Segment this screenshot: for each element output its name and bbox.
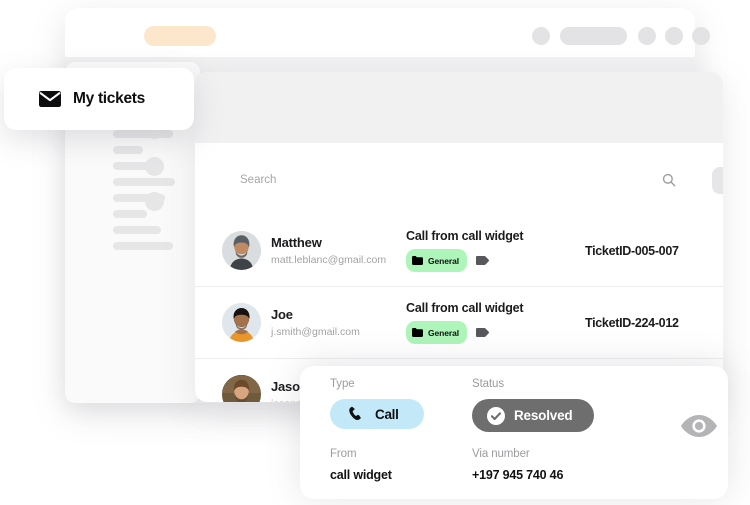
row-ticket-id: TicketID-005-007 xyxy=(585,243,679,258)
row-ticket-id: TicketID-224-012 xyxy=(585,315,679,330)
avatar xyxy=(222,375,261,402)
header-dot-placeholder-1 xyxy=(532,27,550,45)
sidebar-skeleton-bar xyxy=(113,162,159,170)
row-email: matt.leblanc@gmail.com xyxy=(271,254,387,266)
eye-icon[interactable] xyxy=(680,413,718,439)
check-circle-icon xyxy=(487,406,505,425)
ticket-list-panel: Matthew matt.leblanc@gmail.com Call from… xyxy=(195,72,723,402)
row-user: Matthew matt.leblanc@gmail.com xyxy=(271,235,386,266)
mail-icon xyxy=(39,91,61,107)
row-subject: Call from call widget General xyxy=(406,301,524,344)
ticket-detail-card: Type Status Call Resolved From call widg… xyxy=(300,366,728,499)
status-badge[interactable]: General xyxy=(406,321,467,344)
sidebar-skeleton-bar xyxy=(113,226,161,234)
sidebar-skeleton-bar xyxy=(113,242,173,250)
table-row[interactable]: Matthew matt.leblanc@gmail.com Call from… xyxy=(195,215,723,287)
row-email: j.smith@gmail.com xyxy=(271,326,360,338)
sidebar-skeleton-bar xyxy=(113,210,147,218)
sidebar-skeleton-bar xyxy=(113,146,143,154)
status-label: Status xyxy=(472,378,505,390)
avatar xyxy=(222,303,261,342)
search-input[interactable] xyxy=(224,165,486,195)
type-call-pill[interactable]: Call xyxy=(330,399,424,429)
folder-icon xyxy=(412,252,423,270)
status-badge-label: General xyxy=(428,327,459,338)
row-subject-title: Call from call widget xyxy=(406,301,524,315)
my-tickets-card[interactable]: My tickets xyxy=(4,68,194,130)
row-user: Joe j.smith@gmail.com xyxy=(271,307,360,338)
sidebar-skeleton-bar xyxy=(113,178,175,186)
search-icon[interactable] xyxy=(661,172,677,188)
header-dot-placeholder-4 xyxy=(692,27,710,45)
status-badge[interactable]: General xyxy=(406,249,467,272)
header-dot-placeholder-3 xyxy=(665,27,683,45)
from-value: call widget xyxy=(330,468,392,482)
from-label: From xyxy=(330,448,357,460)
row-tagline: General xyxy=(406,321,523,344)
table-row[interactable]: Joe j.smith@gmail.com Call from call wid… xyxy=(195,287,723,359)
sidebar-skeleton-bar xyxy=(113,130,173,138)
avatar xyxy=(222,231,261,270)
status-resolved-label: Resolved xyxy=(514,408,573,423)
sidebar-skeleton-avatar xyxy=(145,192,164,211)
phone-icon xyxy=(348,406,364,422)
row-subject: Call from call widget General xyxy=(406,229,524,272)
tag-icon[interactable] xyxy=(475,256,489,265)
ticket-list-toolbar xyxy=(195,72,723,143)
my-tickets-label: My tickets xyxy=(73,90,145,107)
row-name: Matthew xyxy=(271,235,322,250)
via-number-value: +197 945 740 46 xyxy=(472,468,564,482)
header-pill-placeholder xyxy=(560,27,627,45)
title-chip-placeholder xyxy=(144,26,216,46)
tag-icon[interactable] xyxy=(475,328,489,337)
filter-button[interactable] xyxy=(712,167,723,194)
type-call-label: Call xyxy=(375,406,399,422)
via-number-label: Via number xyxy=(472,448,530,460)
row-subject-title: Call from call widget xyxy=(406,229,524,243)
folder-icon xyxy=(412,324,423,342)
header-dot-placeholder-2 xyxy=(638,27,656,45)
type-label: Type xyxy=(330,378,355,390)
status-resolved-pill[interactable]: Resolved xyxy=(472,399,595,432)
browser-title-bar xyxy=(65,8,710,57)
status-badge-label: General xyxy=(428,255,459,266)
row-tagline: General xyxy=(406,249,523,272)
row-name: Joe xyxy=(271,307,293,322)
